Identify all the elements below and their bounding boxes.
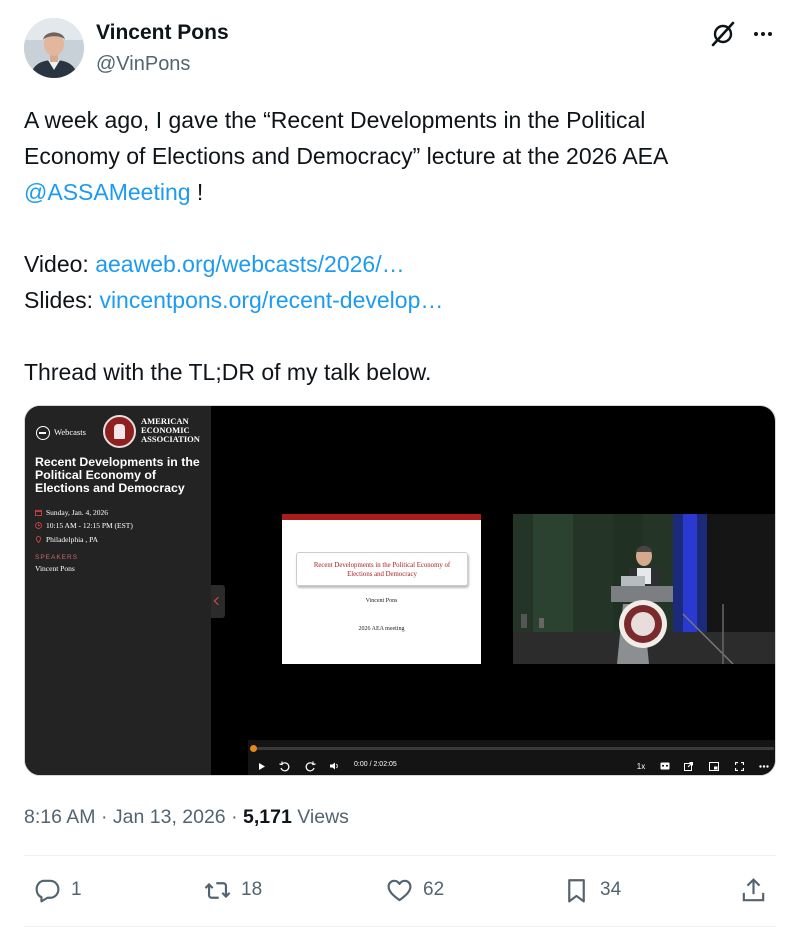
fullscreen-icon[interactable] xyxy=(733,760,745,772)
reply-button[interactable]: 1 xyxy=(33,874,82,906)
tweet-time[interactable]: 8:16 AM xyxy=(24,806,96,828)
aea-seal-logo xyxy=(103,415,136,448)
author-avatar[interactable] xyxy=(24,18,84,78)
thread-line: Thread with the TL;DR of my talk below. xyxy=(24,359,432,385)
session-date: Sunday, Jan. 4, 2026 xyxy=(35,508,108,517)
meta-separator: · xyxy=(100,806,113,828)
session-location: Philadelphia , PA xyxy=(35,535,98,544)
speaker-camera-image xyxy=(513,514,775,664)
slides-link[interactable]: vincentpons.org/recent-develop… xyxy=(99,287,443,313)
slide-header-bar xyxy=(282,514,481,520)
views-label: Views xyxy=(297,806,349,828)
like-button[interactable]: 62 xyxy=(385,874,444,906)
slide-title: Recent Developments in the Political Eco… xyxy=(296,552,468,586)
tweet-text: A week ago, I gave the “Recent Developme… xyxy=(24,102,764,390)
more-options-icon[interactable] xyxy=(749,22,777,46)
bookmark-icon xyxy=(568,878,585,902)
slide-title-line: Recent Developments in the Political Eco… xyxy=(313,562,451,569)
bookmark-button[interactable]: 34 xyxy=(562,874,621,906)
views-count: 5,171 xyxy=(243,806,292,828)
media-video[interactable]: Webcasts AMERICAN ECONOMIC ASSOCIATION R… xyxy=(24,405,776,776)
session-date-text: Sunday, Jan. 4, 2026 xyxy=(46,508,109,517)
bookmark-count: 34 xyxy=(600,879,622,900)
author-handle[interactable]: @VinPons xyxy=(96,53,190,76)
back-arrow-icon[interactable] xyxy=(36,426,50,440)
slide-title-line: Elections and Democracy xyxy=(347,571,417,578)
rewind-10-icon[interactable] xyxy=(278,760,290,772)
session-time: 10:15 AM - 12:15 PM (EST) xyxy=(35,521,133,530)
location-pin-icon xyxy=(35,536,42,543)
share-upload-icon xyxy=(742,877,765,901)
session-title: Recent Developments in the Political Eco… xyxy=(35,456,207,495)
more-player-options-icon[interactable] xyxy=(758,760,770,772)
heart-icon xyxy=(387,879,412,901)
slide-meeting: 2026 AEA meeting xyxy=(358,626,405,632)
video-line: Video: aeaweb.org/webcasts/2026/… xyxy=(24,246,764,282)
divider xyxy=(24,926,776,927)
slides-line: Slides: vincentpons.org/recent-develop… xyxy=(24,282,764,318)
repost-icon xyxy=(204,881,231,899)
session-location-text: Philadelphia , PA xyxy=(46,535,99,544)
volume-icon[interactable] xyxy=(328,760,340,772)
divider xyxy=(24,855,776,856)
progress-bar[interactable] xyxy=(250,745,774,752)
clock-icon xyxy=(35,522,42,529)
share-button[interactable] xyxy=(739,874,768,906)
reply-icon xyxy=(35,879,60,902)
like-count: 62 xyxy=(423,879,445,900)
meta-separator: · xyxy=(231,806,243,828)
tweet-line: @ASSAMeeting ! xyxy=(24,174,764,210)
time-display: 0:00 / 2:02:05 xyxy=(354,761,397,768)
mention-suffix: ! xyxy=(190,179,204,205)
repost-button[interactable]: 18 xyxy=(203,874,262,906)
grok-icon[interactable] xyxy=(709,20,737,48)
tweet-date[interactable]: Jan 13, 2026 xyxy=(113,806,226,828)
session-title-line: Elections and Democracy xyxy=(35,481,185,495)
webcasts-label[interactable]: Webcasts xyxy=(54,427,86,437)
speakers-heading: SPEAKERS xyxy=(35,554,79,561)
repost-count: 18 xyxy=(241,879,263,900)
speaker-name: Vincent Pons xyxy=(35,564,75,573)
author-name[interactable]: Vincent Pons xyxy=(96,21,229,45)
progress-handle[interactable] xyxy=(250,745,257,752)
presentation-slide: Recent Developments in the Political Eco… xyxy=(282,514,481,664)
session-time-text: 10:15 AM - 12:15 PM (EST) xyxy=(46,521,133,530)
forward-10-icon[interactable] xyxy=(304,760,316,772)
picture-in-picture-icon[interactable] xyxy=(708,760,720,772)
webcast-sidebar: Webcasts AMERICAN ECONOMIC ASSOCIATION R… xyxy=(25,406,211,775)
captions-icon[interactable] xyxy=(659,760,671,772)
slide-author: Vincent Pons xyxy=(365,598,398,604)
tweet-line: Economy of Elections and Democracy” lect… xyxy=(24,143,669,169)
video-controls: 0:00 / 2:02:05 1x xyxy=(248,740,775,775)
play-icon[interactable] xyxy=(257,760,267,772)
video-link[interactable]: aeaweb.org/webcasts/2026/… xyxy=(95,251,404,277)
aea-name-line: ASSOCIATION xyxy=(141,434,200,444)
tweet-line: A week ago, I gave the “Recent Developme… xyxy=(24,107,646,133)
video-label: Video: xyxy=(24,251,96,277)
reply-count: 1 xyxy=(71,879,82,900)
calendar-icon xyxy=(35,509,42,516)
collapse-sidebar-button[interactable] xyxy=(211,585,225,618)
slides-label: Slides: xyxy=(24,287,100,313)
tweet-meta: 8:16 AM · Jan 13, 2026 · 5,171 Views xyxy=(24,806,349,829)
share-icon[interactable] xyxy=(682,760,694,772)
speaker-camera-feed xyxy=(513,514,775,664)
playback-speed[interactable]: 1x xyxy=(634,760,648,772)
aea-name: AMERICAN ECONOMIC ASSOCIATION xyxy=(141,417,200,444)
mention-link[interactable]: @ASSAMeeting xyxy=(24,179,191,205)
